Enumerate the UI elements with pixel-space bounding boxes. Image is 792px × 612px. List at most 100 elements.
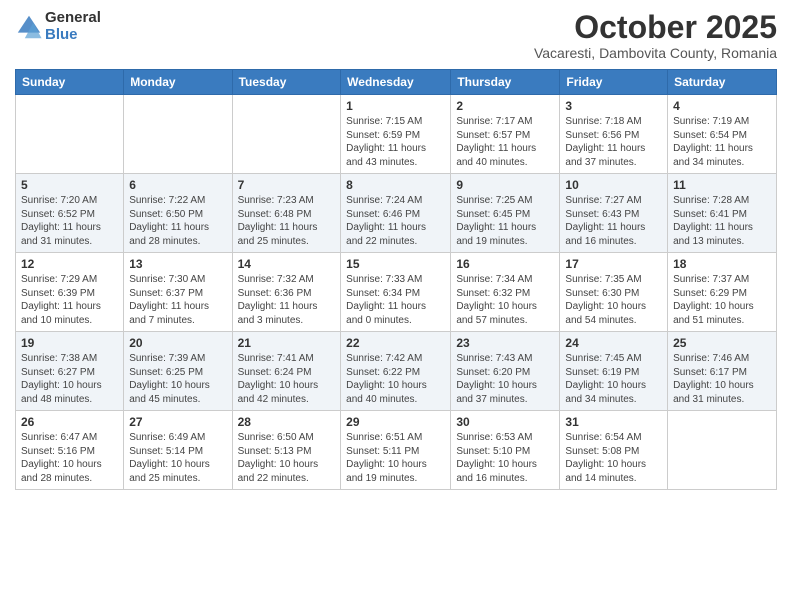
- calendar-cell: 5 Sunrise: 7:20 AMSunset: 6:52 PMDaylight…: [16, 174, 124, 253]
- calendar-cell: 29Sunrise: 6:51 AMSunset: 5:11 PMDayligh…: [341, 411, 451, 490]
- day-info: Sunrise: 7:38 AMSunset: 6:27 PMDaylight:…: [21, 352, 118, 406]
- col-saturday: Saturday: [668, 70, 777, 95]
- header-row: Sunday Monday Tuesday Wednesday Thursday…: [16, 70, 777, 95]
- day-number: 7: [238, 178, 336, 192]
- calendar-cell: 7 Sunrise: 7:23 AMSunset: 6:48 PMDaylight…: [232, 174, 341, 253]
- day-info: Sunrise: 7:41 AMSunset: 6:24 PMDaylight:…: [238, 352, 336, 406]
- day-number: 19: [21, 336, 118, 350]
- day-number: 16: [456, 257, 554, 271]
- calendar-cell: [124, 95, 232, 174]
- calendar-cell: 16 Sunrise: 7:34 AMSunset: 6:32 PMDayligh…: [451, 253, 560, 332]
- col-friday: Friday: [560, 70, 668, 95]
- day-number: 28: [238, 415, 336, 429]
- day-number: 17: [565, 257, 662, 271]
- day-info: Sunrise: 6:47 AMSunset: 5:16 PMDaylight:…: [21, 431, 118, 485]
- calendar-row-1: 1Sunrise: 7:15 AMSunset: 6:59 PMDaylight…: [16, 95, 777, 174]
- col-thursday: Thursday: [451, 70, 560, 95]
- col-monday: Monday: [124, 70, 232, 95]
- calendar-cell: 22 Sunrise: 7:42 AMSunset: 6:22 PMDayligh…: [341, 332, 451, 411]
- logo: General Blue: [15, 10, 101, 43]
- calendar-cell: 25 Sunrise: 7:46 AMSunset: 6:17 PMDayligh…: [668, 332, 777, 411]
- month-title: October 2025: [534, 10, 777, 45]
- day-info: Sunrise: 7:34 AMSunset: 6:32 PMDaylight:…: [456, 273, 554, 327]
- day-info: Sunrise: 7:27 AMSunset: 6:43 PMDaylight:…: [565, 194, 662, 248]
- calendar-cell: 13 Sunrise: 7:30 AMSunset: 6:37 PMDayligh…: [124, 253, 232, 332]
- calendar-cell: 11 Sunrise: 7:28 AMSunset: 6:41 PMDayligh…: [668, 174, 777, 253]
- day-info: Sunrise: 7:17 AMSunset: 6:57 PMDaylight:…: [456, 115, 554, 169]
- col-wednesday: Wednesday: [341, 70, 451, 95]
- day-number: 21: [238, 336, 336, 350]
- calendar-cell: 10 Sunrise: 7:27 AMSunset: 6:43 PMDayligh…: [560, 174, 668, 253]
- calendar-cell: 14Sunrise: 7:32 AMSunset: 6:36 PMDayligh…: [232, 253, 341, 332]
- day-number: 13: [129, 257, 226, 271]
- day-number: 3: [565, 99, 662, 113]
- calendar-cell: 9 Sunrise: 7:25 AMSunset: 6:45 PMDaylight…: [451, 174, 560, 253]
- day-info: Sunrise: 7:15 AMSunset: 6:59 PMDaylight:…: [346, 115, 445, 169]
- day-number: 25: [673, 336, 771, 350]
- day-number: 9: [456, 178, 554, 192]
- logo-text: General Blue: [45, 10, 101, 43]
- day-number: 26: [21, 415, 118, 429]
- calendar-cell: 18 Sunrise: 7:37 AMSunset: 6:29 PMDayligh…: [668, 253, 777, 332]
- day-info: Sunrise: 7:30 AMSunset: 6:37 PMDaylight:…: [129, 273, 226, 327]
- logo-blue: Blue: [45, 27, 101, 44]
- calendar-cell: 8Sunrise: 7:24 AMSunset: 6:46 PMDaylight…: [341, 174, 451, 253]
- logo-icon: [15, 13, 43, 41]
- day-info: Sunrise: 7:19 AMSunset: 6:54 PMDaylight:…: [673, 115, 771, 169]
- day-number: 11: [673, 178, 771, 192]
- day-info: Sunrise: 6:49 AMSunset: 5:14 PMDaylight:…: [129, 431, 226, 485]
- calendar-cell: 26 Sunrise: 6:47 AMSunset: 5:16 PMDayligh…: [16, 411, 124, 490]
- day-number: 12: [21, 257, 118, 271]
- calendar-cell: 20Sunrise: 7:39 AMSunset: 6:25 PMDayligh…: [124, 332, 232, 411]
- header: General Blue October 2025 Vacaresti, Dam…: [15, 10, 777, 61]
- day-number: 2: [456, 99, 554, 113]
- day-info: Sunrise: 7:33 AMSunset: 6:34 PMDaylight:…: [346, 273, 445, 327]
- day-number: 23: [456, 336, 554, 350]
- day-number: 24: [565, 336, 662, 350]
- day-info: Sunrise: 6:53 AMSunset: 5:10 PMDaylight:…: [456, 431, 554, 485]
- calendar-cell: 4 Sunrise: 7:19 AMSunset: 6:54 PMDaylight…: [668, 95, 777, 174]
- day-number: 8: [346, 178, 445, 192]
- day-info: Sunrise: 7:25 AMSunset: 6:45 PMDaylight:…: [456, 194, 554, 248]
- logo-general: General: [45, 10, 101, 27]
- day-info: Sunrise: 7:28 AMSunset: 6:41 PMDaylight:…: [673, 194, 771, 248]
- day-info: Sunrise: 7:20 AMSunset: 6:52 PMDaylight:…: [21, 194, 118, 248]
- day-number: 31: [565, 415, 662, 429]
- day-number: 27: [129, 415, 226, 429]
- calendar-cell: 28Sunrise: 6:50 AMSunset: 5:13 PMDayligh…: [232, 411, 341, 490]
- calendar-cell: 30 Sunrise: 6:53 AMSunset: 5:10 PMDayligh…: [451, 411, 560, 490]
- calendar-row-5: 26 Sunrise: 6:47 AMSunset: 5:16 PMDayligh…: [16, 411, 777, 490]
- day-number: 22: [346, 336, 445, 350]
- location: Vacaresti, Dambovita County, Romania: [534, 45, 777, 61]
- day-info: Sunrise: 7:18 AMSunset: 6:56 PMDaylight:…: [565, 115, 662, 169]
- day-info: Sunrise: 7:32 AMSunset: 6:36 PMDaylight:…: [238, 273, 336, 327]
- day-number: 30: [456, 415, 554, 429]
- day-info: Sunrise: 7:46 AMSunset: 6:17 PMDaylight:…: [673, 352, 771, 406]
- calendar-cell: 1Sunrise: 7:15 AMSunset: 6:59 PMDaylight…: [341, 95, 451, 174]
- day-number: 18: [673, 257, 771, 271]
- day-number: 5: [21, 178, 118, 192]
- calendar-cell: [16, 95, 124, 174]
- calendar-cell: 23 Sunrise: 7:43 AMSunset: 6:20 PMDayligh…: [451, 332, 560, 411]
- day-info: Sunrise: 7:43 AMSunset: 6:20 PMDaylight:…: [456, 352, 554, 406]
- calendar-cell: 24Sunrise: 7:45 AMSunset: 6:19 PMDayligh…: [560, 332, 668, 411]
- calendar-cell: 27 Sunrise: 6:49 AMSunset: 5:14 PMDayligh…: [124, 411, 232, 490]
- calendar: Sunday Monday Tuesday Wednesday Thursday…: [15, 69, 777, 490]
- calendar-cell: [232, 95, 341, 174]
- day-info: Sunrise: 7:37 AMSunset: 6:29 PMDaylight:…: [673, 273, 771, 327]
- calendar-cell: 2 Sunrise: 7:17 AMSunset: 6:57 PMDaylight…: [451, 95, 560, 174]
- calendar-row-3: 12 Sunrise: 7:29 AMSunset: 6:39 PMDayligh…: [16, 253, 777, 332]
- day-info: Sunrise: 7:23 AMSunset: 6:48 PMDaylight:…: [238, 194, 336, 248]
- day-info: Sunrise: 7:22 AMSunset: 6:50 PMDaylight:…: [129, 194, 226, 248]
- day-number: 10: [565, 178, 662, 192]
- title-block: October 2025 Vacaresti, Dambovita County…: [534, 10, 777, 61]
- day-number: 20: [129, 336, 226, 350]
- calendar-cell: 12 Sunrise: 7:29 AMSunset: 6:39 PMDayligh…: [16, 253, 124, 332]
- calendar-row-4: 19 Sunrise: 7:38 AMSunset: 6:27 PMDayligh…: [16, 332, 777, 411]
- day-info: Sunrise: 7:29 AMSunset: 6:39 PMDaylight:…: [21, 273, 118, 327]
- calendar-cell: 19 Sunrise: 7:38 AMSunset: 6:27 PMDayligh…: [16, 332, 124, 411]
- day-info: Sunrise: 6:54 AMSunset: 5:08 PMDaylight:…: [565, 431, 662, 485]
- calendar-cell: [668, 411, 777, 490]
- day-info: Sunrise: 7:42 AMSunset: 6:22 PMDaylight:…: [346, 352, 445, 406]
- day-number: 4: [673, 99, 771, 113]
